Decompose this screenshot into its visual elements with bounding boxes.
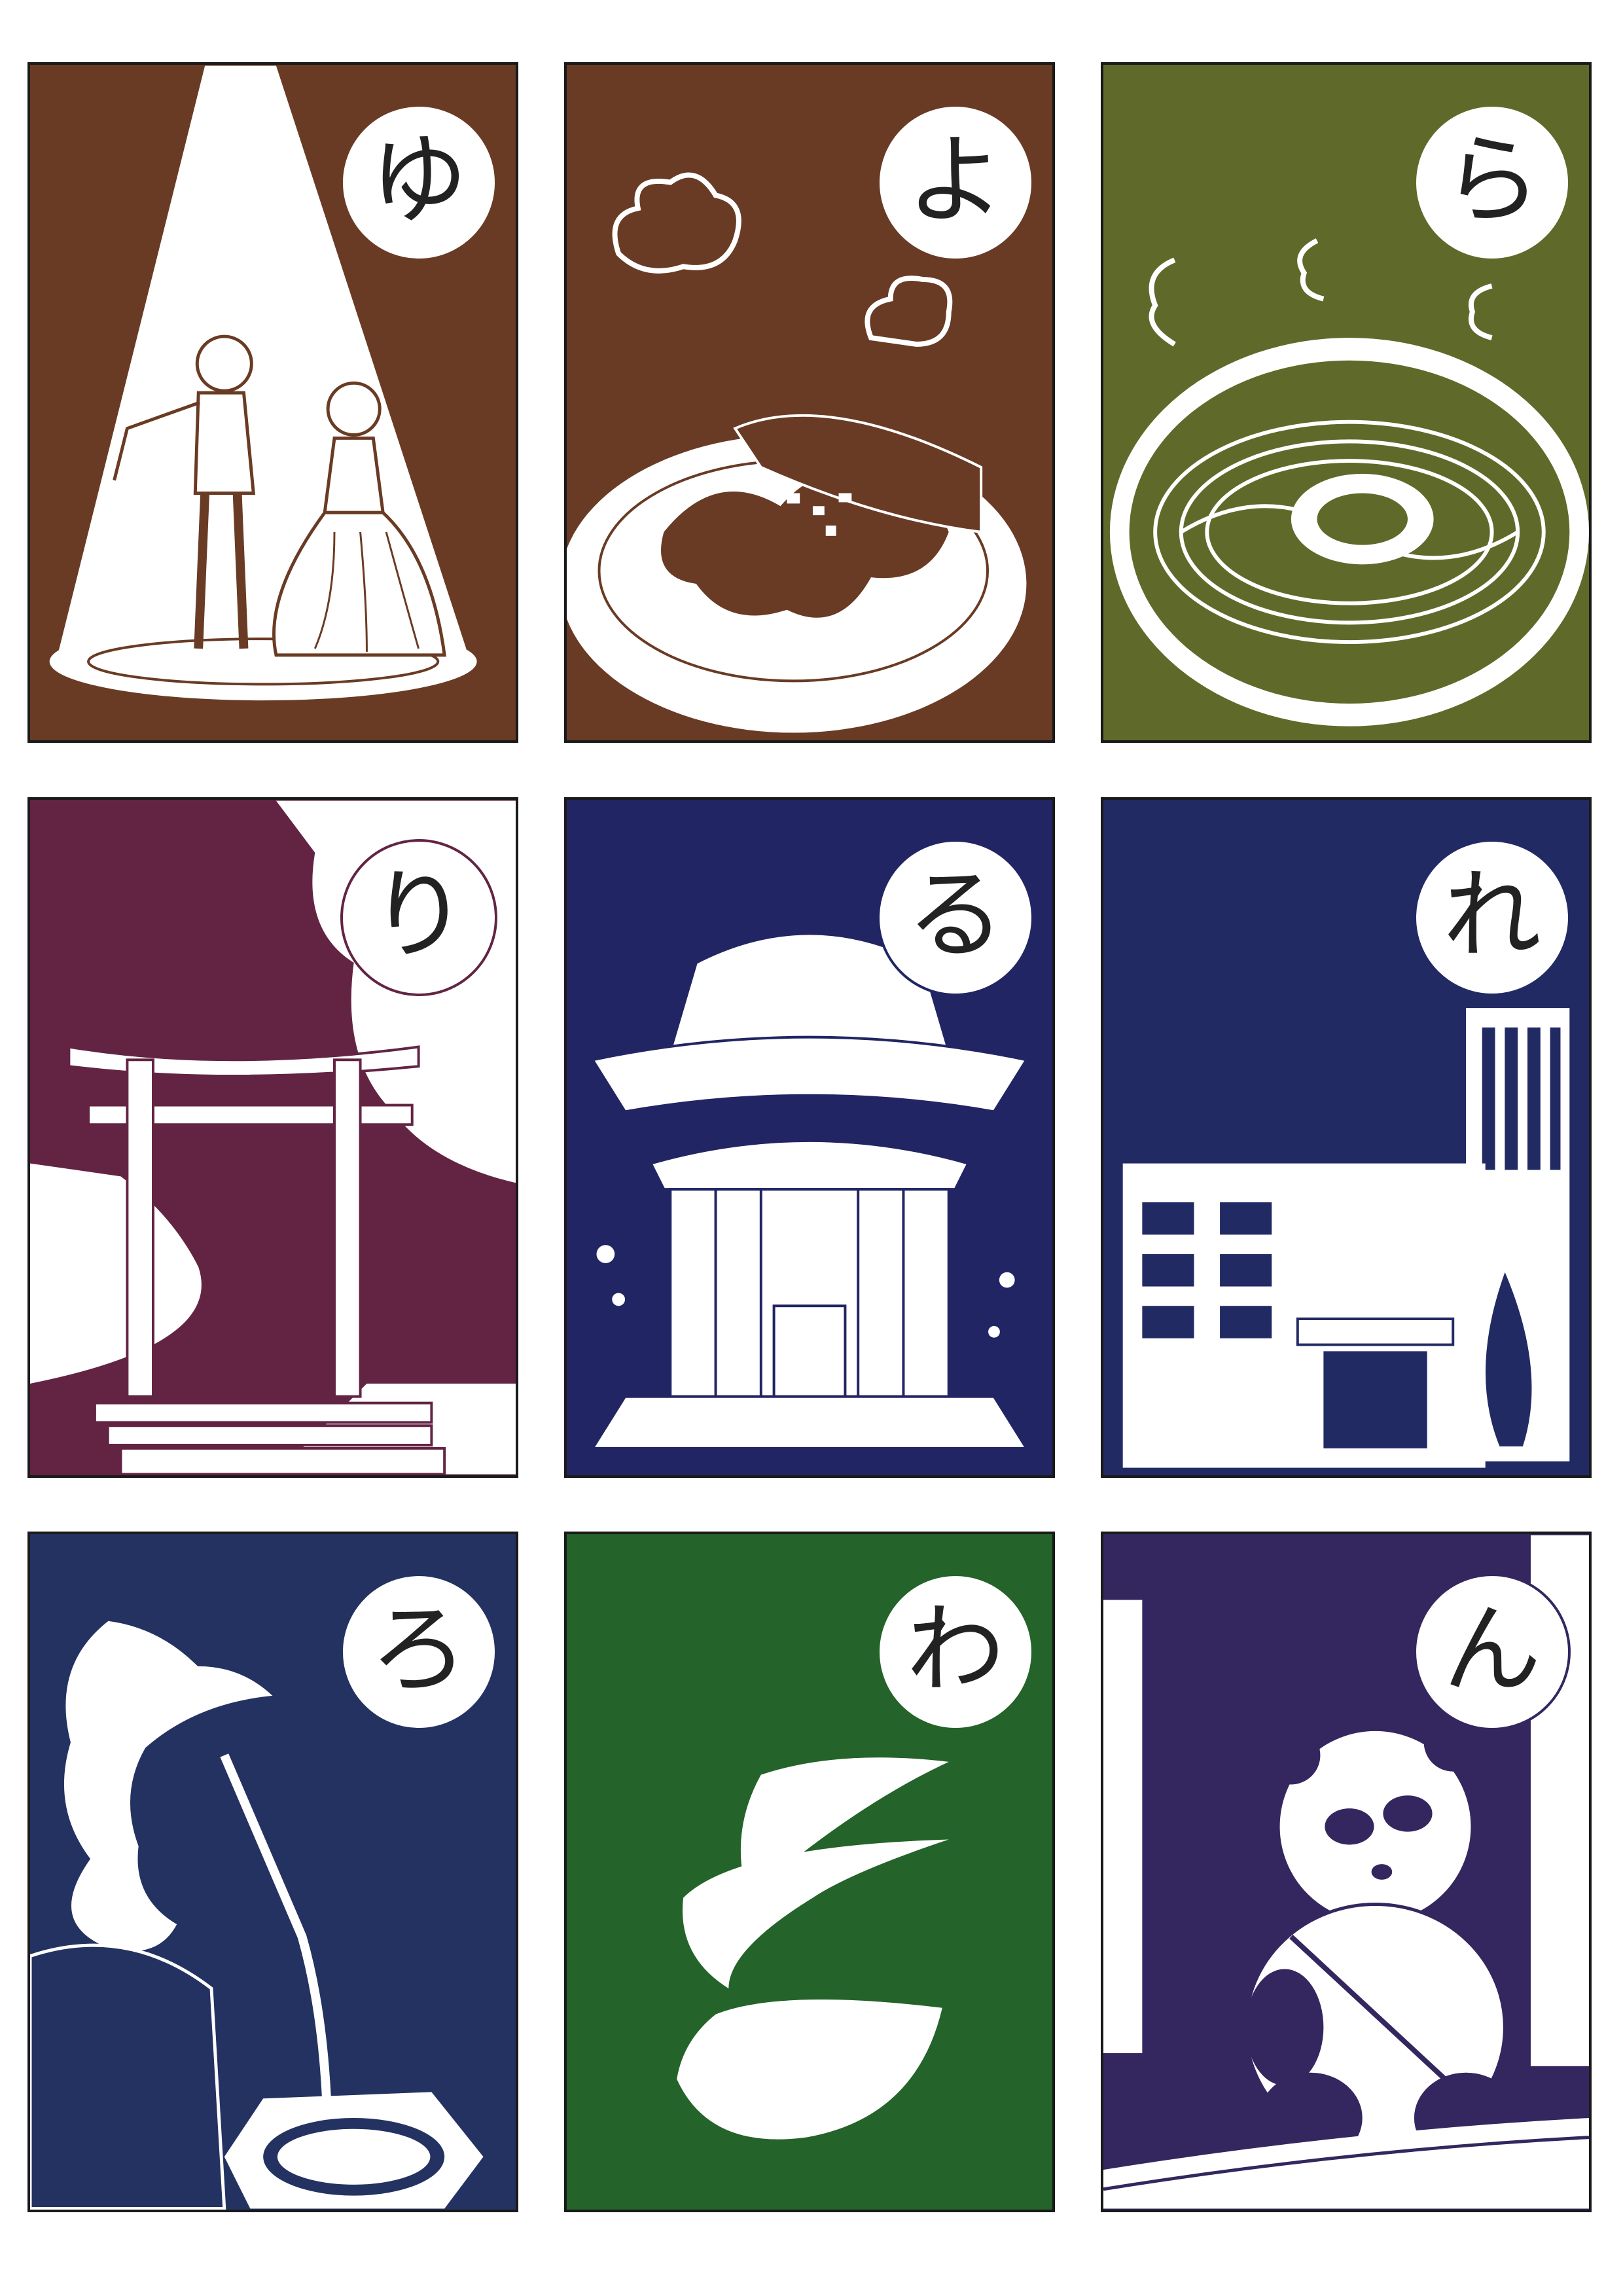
kana-badge: わ [877,1573,1034,1731]
kana-badge: ゆ [340,104,497,261]
card-n[interactable]: ん [1101,1532,1592,2212]
kana-badge: れ [1414,839,1571,996]
kana-badge: る [877,839,1034,996]
card-yu[interactable]: ゆ [27,62,518,743]
kana-label: ん [1442,1593,1541,1707]
kana-badge: ん [1414,1573,1571,1731]
card-ra[interactable]: ら [1101,62,1592,743]
card-re[interactable]: れ [1101,797,1592,1478]
kana-label: よ [906,124,1005,238]
kana-label: れ [1442,859,1541,973]
kana-label: ら [1442,124,1541,238]
kana-label: り [369,859,468,973]
card-wa[interactable]: わ [564,1532,1055,2212]
card-ro[interactable]: ろ [27,1532,518,2212]
kana-badge: り [340,839,497,996]
kana-label: ろ [369,1593,468,1707]
kana-label: わ [906,1593,1005,1707]
card-ri[interactable]: り [27,797,518,1478]
kana-badge: よ [877,104,1034,261]
kana-badge: ら [1414,104,1571,261]
card-yo[interactable]: よ [564,62,1055,743]
kana-label: ゆ [369,124,468,238]
card-ru[interactable]: る [564,797,1055,1478]
kana-badge: ろ [340,1573,497,1731]
kana-label: る [906,859,1005,973]
